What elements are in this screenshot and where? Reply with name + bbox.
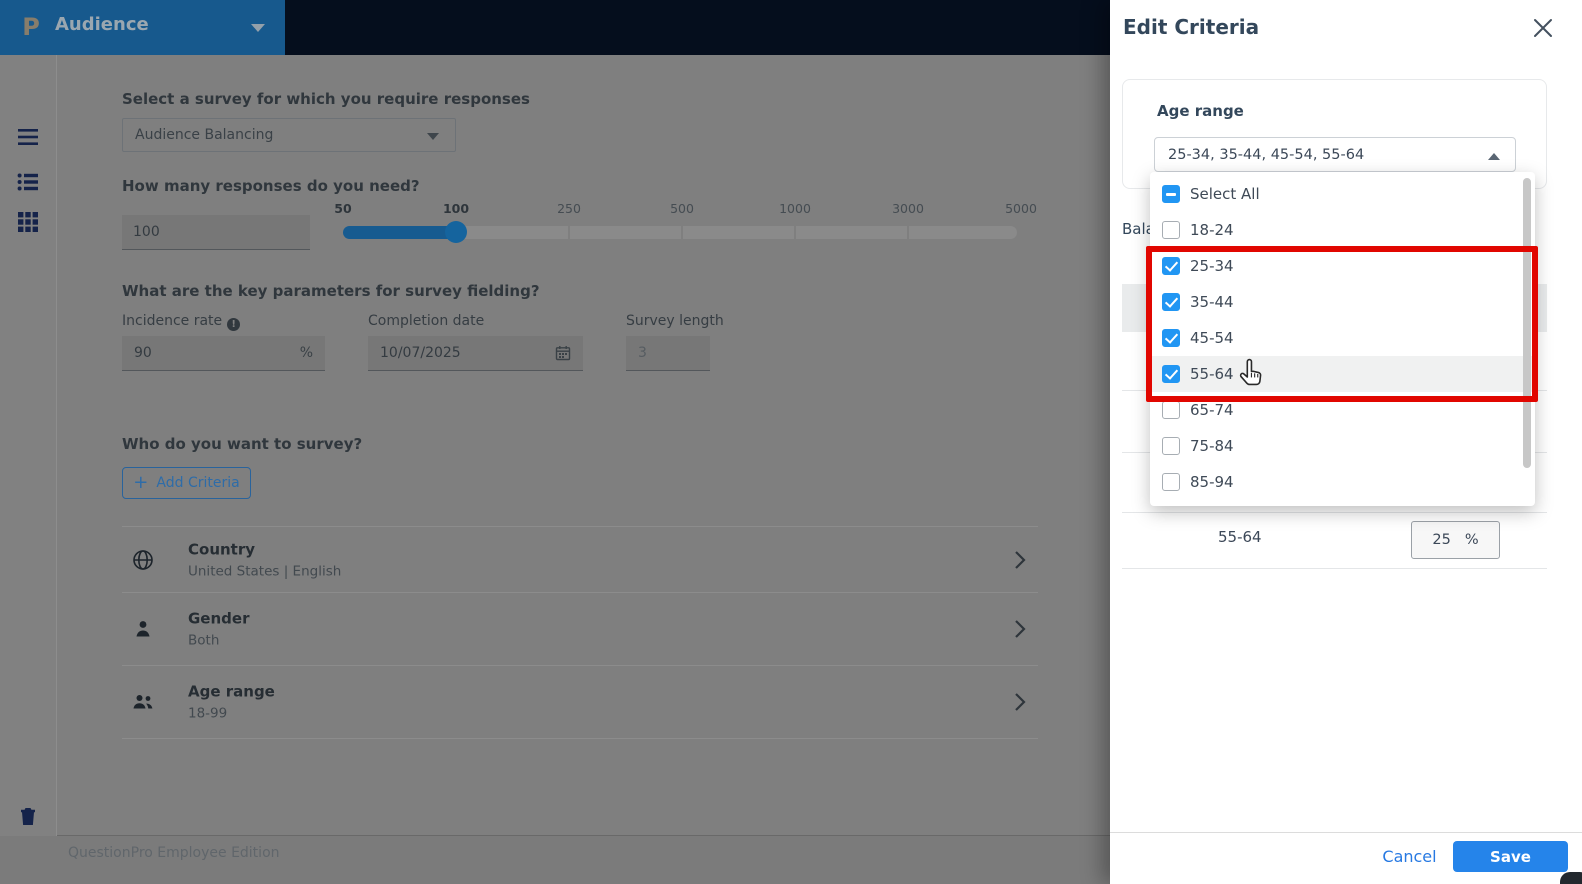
dropdown-option-55-64[interactable]: 55-64 [1150,356,1535,392]
completion-label: Completion date [368,313,485,329]
slider-segment[interactable] [570,226,681,239]
dropdown-option-25-34[interactable]: 25-34 [1150,248,1535,284]
criteria-subtitle: Both [188,632,220,648]
cancel-button[interactable]: Cancel [1372,841,1447,872]
top-bar: P Audience [0,0,1110,55]
slider-tick: 500 [670,201,694,216]
survey-question: Select a survey for which you require re… [122,90,530,108]
chevron-up-icon [1488,153,1500,160]
product-switcher[interactable]: P Audience [0,0,285,55]
info-icon[interactable]: ! [227,318,241,331]
age-range-dropdown: Select All 18-24 25-34 35-44 45-54 55-64 [1150,172,1535,506]
save-button[interactable]: Save [1453,841,1568,872]
panel-title: Edit Criteria [1123,15,1260,39]
calendar-icon[interactable] [555,345,571,361]
criteria-title: Country [188,540,256,558]
age-range-multiselect[interactable]: 25-34, 35-44, 45-54, 55-64 [1154,137,1516,172]
parameters-question: What are the key parameters for survey f… [122,282,540,300]
criteria-row-gender[interactable]: Gender Both [122,593,1038,664]
dropdown-option-65-74[interactable]: 65-74 [1150,392,1535,428]
chevron-right-icon[interactable] [1014,550,1026,570]
grid-view-icon[interactable] [17,211,39,233]
checkbox[interactable] [1162,293,1180,311]
edition-label: QuestionPro Employee Edition [68,845,280,861]
checkbox[interactable] [1162,257,1180,275]
people-icon [132,691,154,713]
slider-segment[interactable] [796,226,907,239]
add-criteria-button[interactable]: + Add Criteria [122,467,251,499]
slider-segment[interactable] [683,226,794,239]
product-name: Audience [55,14,149,35]
age-range-label: Age range [1157,102,1244,120]
footer-bar: QuestionPro Employee Edition [0,836,1110,884]
percentage-input[interactable]: 25 % [1411,521,1500,559]
dropdown-option-85-94[interactable]: 85-94 [1150,464,1535,500]
scrollbar-thumb[interactable] [1523,178,1531,468]
incidence-input[interactable]: 90 % [122,336,325,371]
slider-thumb[interactable] [445,221,467,243]
slider-tick: 50 [334,201,352,216]
slider-segment[interactable] [909,226,1017,239]
incidence-label: Incidence rate! [122,313,241,331]
slider-tick: 1000 [779,201,811,216]
chevron-right-icon[interactable] [1014,619,1026,639]
percent-suffix: % [299,345,313,361]
criteria-subtitle: United States | English [188,563,342,579]
criteria-title: Age range [188,682,275,700]
survey-length-input[interactable]: 3 [626,336,710,371]
criteria-row-age-range[interactable]: Age range 18-99 [122,666,1038,737]
balancing-row-label: 55-64 [1218,528,1262,546]
edit-criteria-panel: Edit Criteria Age range 25-34, 35-44, 45… [1110,0,1582,884]
slider-segment[interactable] [457,226,568,239]
close-icon[interactable] [1532,17,1554,39]
checkbox[interactable] [1162,221,1180,239]
chevron-down-icon [427,133,439,140]
criteria-subtitle: 18-99 [188,705,228,721]
main-area-dimmed: P Audience Select a survey for which you… [0,0,1110,884]
dropdown-option-select-all[interactable]: Select All [1150,176,1535,212]
slider-segment-filled[interactable] [343,226,455,239]
plus-icon: + [133,471,149,493]
screen: P Audience Select a survey for which you… [0,0,1582,884]
left-sidebar [0,55,57,884]
panel-footer-divider [1110,832,1582,833]
corner-widget [1560,872,1582,884]
responses-question: How many responses do you need? [122,177,420,195]
chevron-right-icon[interactable] [1014,692,1026,712]
responses-input[interactable]: 100 [122,215,310,250]
dropdown-option-45-54[interactable]: 45-54 [1150,320,1535,356]
globe-icon [132,549,154,571]
survey-select-value: Audience Balancing [135,127,274,143]
slider-tick: 100 [442,201,470,216]
slider-tick: 3000 [892,201,924,216]
chevron-down-icon [251,24,265,32]
checkbox[interactable] [1162,185,1180,203]
checkbox[interactable] [1162,401,1180,419]
completion-date-input[interactable]: 10/07/2025 [368,336,583,371]
list-view-icon[interactable] [17,171,39,193]
dropdown-option-75-84[interactable]: 75-84 [1150,428,1535,464]
checkbox[interactable] [1162,329,1180,347]
length-label: Survey length [626,313,724,329]
slider-tick: 250 [557,201,581,216]
checkbox[interactable] [1162,473,1180,491]
questionpro-logo-icon: P [22,13,40,41]
trash-icon[interactable] [17,805,39,827]
divider [1122,512,1547,513]
checkbox[interactable] [1162,365,1180,383]
audience-question: Who do you want to survey? [122,435,363,453]
hamburger-menu-icon[interactable] [17,126,39,148]
checkbox[interactable] [1162,437,1180,455]
percent-unit: % [1464,532,1479,548]
slider-tick: 5000 [1005,201,1037,216]
person-icon [132,618,154,640]
divider [1122,568,1547,569]
criteria-row-country[interactable]: Country United States | English [122,527,1038,592]
dropdown-option-35-44[interactable]: 35-44 [1150,284,1535,320]
survey-select[interactable]: Audience Balancing [122,118,456,152]
criteria-title: Gender [188,609,250,627]
age-range-select-value: 25-34, 35-44, 45-54, 55-64 [1168,146,1365,163]
divider [122,738,1038,739]
dropdown-option-18-24[interactable]: 18-24 [1150,212,1535,248]
